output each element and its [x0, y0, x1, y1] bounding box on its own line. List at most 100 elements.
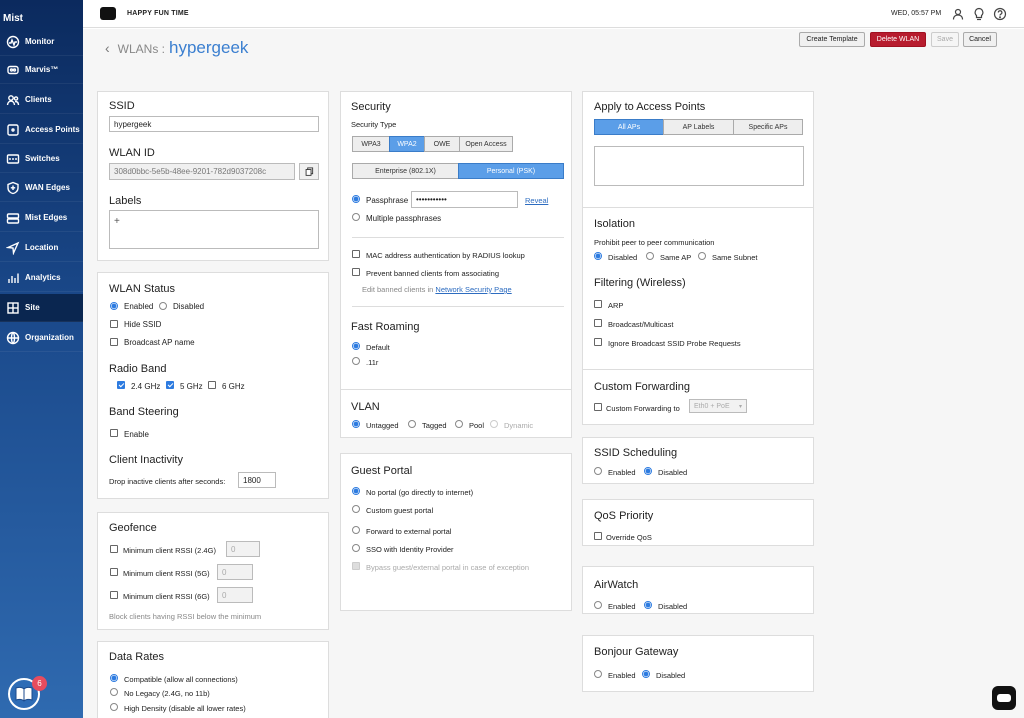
tab-specific-aps[interactable]: Specific APs: [733, 119, 803, 135]
band-6-checkbox[interactable]: [208, 381, 216, 389]
vlan-dynamic-radio[interactable]: [490, 420, 498, 428]
isolation-same-subnet-radio[interactable]: [698, 252, 706, 260]
sidebar-item-mist-edges[interactable]: Mist Edges: [0, 204, 83, 232]
breadcrumb-wlans-link[interactable]: WLANs :: [118, 42, 165, 56]
rssi-5-checkbox[interactable]: [110, 568, 118, 576]
bypass-checkbox[interactable]: [352, 562, 360, 570]
vlan-tagged-radio[interactable]: [408, 420, 416, 428]
mist-logo[interactable]: Mist: [0, 0, 83, 28]
custom-forwarding-select[interactable]: Eth0 + PoE ▾: [689, 399, 747, 413]
isolation-disabled-radio[interactable]: [594, 252, 602, 260]
ssid-scheduling-enabled-label: Enabled: [608, 468, 636, 477]
high-density-radio[interactable]: [110, 703, 118, 711]
user-icon[interactable]: [951, 7, 965, 21]
bonjour-disabled-radio[interactable]: [642, 670, 650, 678]
access-points-icon: [6, 123, 20, 137]
vlan-untagged-label: Untagged: [366, 421, 399, 430]
security-type-wpa3[interactable]: WPA3: [352, 136, 390, 152]
sidebar-item-wan-edges[interactable]: WAN Edges: [0, 174, 83, 202]
ignore-probe-checkbox[interactable]: [594, 338, 602, 346]
sso-radio[interactable]: [352, 544, 360, 552]
tab-ap-labels[interactable]: AP Labels: [663, 119, 734, 135]
no-legacy-radio[interactable]: [110, 688, 118, 696]
vlan-pool-radio[interactable]: [455, 420, 463, 428]
reveal-link[interactable]: Reveal: [525, 196, 548, 205]
rssi-5-input[interactable]: 0: [217, 564, 253, 580]
edit-banned-text: Edit banned clients in Network Security …: [362, 285, 512, 294]
compatible-radio[interactable]: [110, 674, 118, 682]
ssid-scheduling-disabled-radio[interactable]: [644, 467, 652, 475]
org-name[interactable]: HAPPY FUN TIME: [127, 10, 189, 17]
fast-roaming-default-radio[interactable]: [352, 342, 360, 350]
network-security-link[interactable]: Network Security Page: [435, 285, 511, 294]
rssi-24-checkbox[interactable]: [110, 545, 118, 553]
prevent-banned-checkbox[interactable]: [352, 268, 360, 276]
delete-wlan-button[interactable]: Delete WLAN: [870, 32, 926, 47]
arp-checkbox[interactable]: [594, 300, 602, 308]
forward-external-radio[interactable]: [352, 526, 360, 534]
security-type-open-access[interactable]: Open Access: [459, 136, 513, 152]
custom-portal-radio[interactable]: [352, 505, 360, 513]
hide-ssid-checkbox[interactable]: [110, 320, 118, 328]
vlan-untagged-radio[interactable]: [352, 420, 360, 428]
rssi-6-label: Minimum client RSSI (6G): [123, 592, 210, 601]
passphrase-radio[interactable]: [352, 195, 360, 203]
passphrase-input[interactable]: •••••••••••: [411, 191, 518, 208]
fast-roaming-11r-radio[interactable]: [352, 357, 360, 365]
divider: [352, 306, 564, 307]
sidebar-item-location[interactable]: Location: [0, 234, 83, 262]
cancel-button[interactable]: Cancel: [963, 32, 997, 47]
mode-personal-psk[interactable]: Personal (PSK): [458, 163, 564, 179]
airwatch-disabled-radio[interactable]: [644, 601, 652, 609]
ssid-scheduling-enabled-radio[interactable]: [594, 467, 602, 475]
ssid-input[interactable]: hypergeek: [109, 116, 319, 132]
sidebar-item-analytics[interactable]: Analytics: [0, 264, 83, 292]
breadcrumb: ‹ WLANs : hypergeek: [105, 38, 248, 58]
copy-button[interactable]: [299, 163, 319, 180]
back-chevron-icon[interactable]: ‹: [105, 40, 110, 56]
fast-roaming-title: Fast Roaming: [351, 321, 420, 333]
help-icon[interactable]: [993, 7, 1007, 21]
multiple-passphrases-radio[interactable]: [352, 213, 360, 221]
airwatch-enabled-radio[interactable]: [594, 601, 602, 609]
bonjour-enabled-label: Enabled: [608, 671, 636, 680]
sidebar-item-access-points[interactable]: Access Points: [0, 116, 83, 144]
bonjour-enabled-radio[interactable]: [594, 670, 602, 678]
vlan-pool-label: Pool: [469, 421, 485, 430]
isolation-same-ap-radio[interactable]: [646, 252, 654, 260]
create-template-button[interactable]: Create Template: [799, 32, 865, 47]
band-24-checkbox[interactable]: [117, 381, 125, 389]
sidebar-item-site[interactable]: Site: [0, 294, 83, 322]
drop-inactive-input[interactable]: 1800: [238, 472, 276, 488]
sidebar-item-organization[interactable]: Organization: [0, 324, 83, 352]
override-qos-checkbox[interactable]: [594, 532, 602, 540]
wlan-disabled-radio[interactable]: [159, 302, 167, 310]
labels-title: Labels: [109, 195, 142, 207]
sidebar-item-monitor[interactable]: Monitor: [0, 28, 83, 56]
marvis-chat-button[interactable]: [992, 686, 1016, 710]
mode-enterprise[interactable]: Enterprise (802.1X): [352, 163, 459, 179]
labels-box[interactable]: +: [109, 210, 319, 249]
save-button[interactable]: Save: [931, 32, 959, 47]
security-type-wpa2[interactable]: WPA2: [389, 136, 425, 152]
rssi-24-input[interactable]: 0: [226, 541, 260, 557]
mac-auth-checkbox[interactable]: [352, 250, 360, 258]
security-type-owe[interactable]: OWE: [424, 136, 460, 152]
sidebar-item-switches[interactable]: Switches: [0, 145, 83, 173]
sidebar-item-marvis[interactable]: Marvis™: [0, 56, 83, 84]
tab-all-aps[interactable]: All APs: [594, 119, 664, 135]
add-label-icon[interactable]: +: [114, 216, 120, 227]
broadcast-multicast-checkbox[interactable]: [594, 319, 602, 327]
custom-forwarding-checkbox[interactable]: [594, 403, 602, 411]
rssi-6-checkbox[interactable]: [110, 591, 118, 599]
ap-selection-box[interactable]: [594, 146, 804, 186]
band-5-checkbox[interactable]: [166, 381, 174, 389]
band-steering-checkbox[interactable]: [110, 429, 118, 437]
wlan-enabled-radio[interactable]: [110, 302, 118, 310]
lightbulb-icon[interactable]: [972, 7, 986, 21]
broadcast-ap-name-checkbox[interactable]: [110, 338, 118, 346]
rssi-6-input[interactable]: 0: [217, 587, 253, 603]
no-portal-radio[interactable]: [352, 487, 360, 495]
sidebar-item-clients[interactable]: Clients: [0, 86, 83, 114]
passphrase-label: Passphrase: [366, 196, 409, 205]
